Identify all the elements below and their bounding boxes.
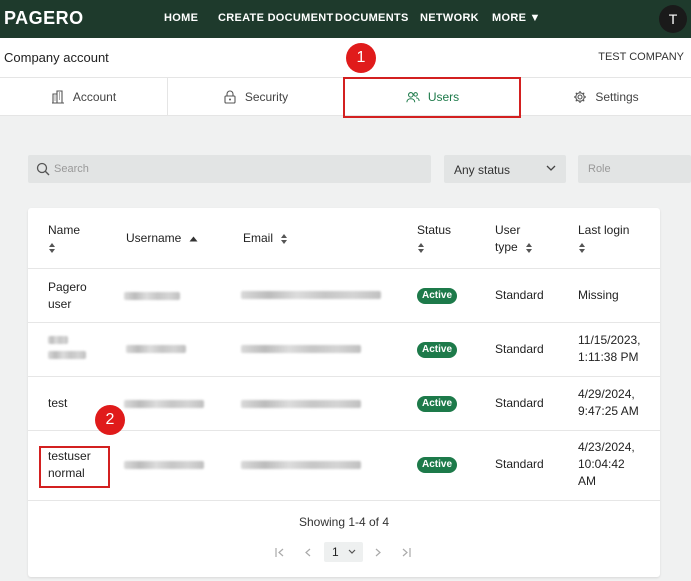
cell-last-login: 4/29/2024, 9:47:25 AM xyxy=(578,386,639,420)
pagination-summary: Showing 1-4 of 4 xyxy=(298,515,390,529)
nav-more[interactable]: MORE ▼ xyxy=(492,12,541,24)
role-filter-input[interactable]: Role xyxy=(578,155,691,183)
previous-page-icon[interactable] xyxy=(304,548,312,557)
annotation-marker-2: 2 xyxy=(95,405,125,435)
top-nav: PAGERO HOME CREATE DOCUMENT DOCUMENTS NE… xyxy=(0,0,691,38)
page-title: Company account xyxy=(4,50,109,65)
pagero-logo[interactable]: PAGERO xyxy=(4,8,84,29)
tab-settings[interactable]: Settings xyxy=(521,78,691,116)
cell-last-login-date: 4/29/2024, xyxy=(578,387,635,401)
row-divider xyxy=(28,376,660,377)
status-badge: Active xyxy=(417,342,457,358)
status-filter-select[interactable]: Any status xyxy=(444,155,566,183)
col-header-user-type-label-1: User xyxy=(495,223,521,237)
row-divider xyxy=(28,430,660,431)
col-header-last-login[interactable]: Last login xyxy=(578,222,629,256)
company-name: TEST COMPANY xyxy=(598,51,684,63)
status-badge: Active xyxy=(417,288,457,304)
cell-last-login-time: 1:11:38 PM xyxy=(578,350,639,364)
cell-name: Pagero user xyxy=(48,279,87,313)
col-header-user-type-label-2: type xyxy=(495,240,518,254)
user-avatar[interactable]: T xyxy=(659,5,687,33)
cell-last-login-time: 9:47:25 AM xyxy=(578,404,639,418)
redacted-email xyxy=(241,291,381,299)
nav-documents[interactable]: DOCUMENTS xyxy=(335,12,409,24)
col-header-status[interactable]: Status xyxy=(417,222,451,256)
tab-security-label: Security xyxy=(244,90,289,104)
search-input[interactable] xyxy=(54,155,424,183)
status-badge: Active xyxy=(417,457,457,473)
cell-user-type: Standard xyxy=(495,342,544,356)
col-header-name[interactable]: Name xyxy=(48,222,80,256)
tab-account[interactable]: Account xyxy=(0,78,167,116)
redacted-username xyxy=(124,400,204,408)
tab-account-label: Account xyxy=(72,90,117,104)
redacted-name xyxy=(48,336,68,344)
nav-create-document[interactable]: CREATE DOCUMENT xyxy=(218,12,334,24)
sort-icon xyxy=(526,242,533,253)
redacted-email xyxy=(241,461,361,469)
cell-name: test xyxy=(48,396,68,410)
cell-user-type: Standard xyxy=(495,288,544,302)
col-header-last-login-label: Last login xyxy=(578,223,630,237)
cell-user-type: Standard xyxy=(495,457,544,471)
redacted-name xyxy=(48,351,86,359)
col-header-email-label: Email xyxy=(243,231,274,245)
cell-last-login-date: 11/15/2023, xyxy=(578,333,641,347)
col-header-username[interactable]: Username xyxy=(126,230,198,247)
role-filter-placeholder: Role xyxy=(588,163,611,175)
sort-icon xyxy=(579,242,585,253)
highlight-box-testuser xyxy=(39,446,110,488)
redacted-username xyxy=(124,292,180,300)
col-header-name-label: Name xyxy=(48,223,81,237)
nav-network[interactable]: NETWORK xyxy=(420,12,479,24)
redacted-email xyxy=(241,400,361,408)
gear-icon xyxy=(574,91,587,103)
sort-icon xyxy=(418,242,424,253)
tab-settings-label: Settings xyxy=(595,90,639,104)
chevron-down-icon xyxy=(546,165,556,171)
row-divider xyxy=(28,500,660,501)
cell-last-login: 4/23/2024, 10:04:42 AM xyxy=(578,439,635,490)
redacted-email xyxy=(241,345,361,353)
nav-home[interactable]: HOME xyxy=(164,12,198,24)
cell-last-login-date: 4/23/2024, xyxy=(578,440,635,454)
status-badge: Active xyxy=(417,396,457,412)
sort-icon xyxy=(49,242,55,253)
page-select[interactable]: 1 xyxy=(324,542,363,562)
next-page-icon[interactable] xyxy=(374,548,382,557)
sort-icon xyxy=(281,233,288,244)
status-filter-value: Any status xyxy=(454,163,511,177)
lock-icon xyxy=(224,90,236,104)
cell-last-login-ampm: AM xyxy=(578,474,596,488)
cell-last-login: 11/15/2023, 1:11:38 PM xyxy=(578,332,641,366)
chevron-down-icon xyxy=(348,549,356,554)
current-page: 1 xyxy=(332,545,339,559)
redacted-username xyxy=(124,461,204,469)
search-icon xyxy=(36,162,50,176)
col-header-status-label: Status xyxy=(417,223,452,237)
last-page-icon[interactable] xyxy=(401,548,411,557)
cell-name-line1: Pagero xyxy=(48,280,87,294)
col-header-username-label: Username xyxy=(126,231,182,245)
first-page-icon[interactable] xyxy=(275,548,285,557)
redacted-username xyxy=(126,345,186,353)
search-box[interactable] xyxy=(28,155,431,183)
annotation-marker-1: 1 xyxy=(346,43,376,73)
building-icon xyxy=(51,90,64,104)
col-header-user-type[interactable]: User type xyxy=(495,222,533,256)
cell-user-type: Standard xyxy=(495,396,544,410)
sort-ascending-icon xyxy=(189,236,198,242)
cell-name-line2: user xyxy=(48,297,72,311)
row-divider xyxy=(28,322,660,323)
highlight-box-users-tab xyxy=(343,77,521,118)
users-table-card: Name Username Email Status User type Las… xyxy=(28,208,660,577)
tab-security[interactable]: Security xyxy=(168,78,343,116)
cell-last-login: Missing xyxy=(578,288,619,302)
col-header-email[interactable]: Email xyxy=(243,230,288,247)
cell-last-login-time: 10:04:42 xyxy=(578,457,625,471)
row-divider xyxy=(28,268,660,269)
